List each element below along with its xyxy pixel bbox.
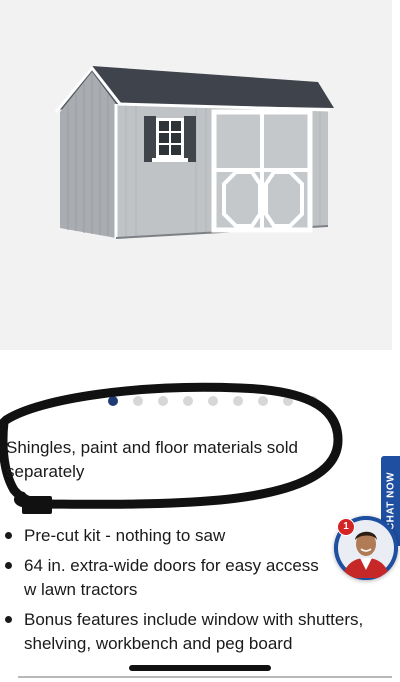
feature-text: 64 in. extra-wide doors for easy access …: [24, 556, 319, 599]
product-image-area[interactable]: [0, 0, 392, 350]
carousel-dot[interactable]: [183, 396, 193, 406]
carousel-dot[interactable]: [283, 396, 293, 406]
carousel-dot[interactable]: [233, 396, 243, 406]
carousel-dot[interactable]: [258, 396, 268, 406]
image-edge: [392, 0, 400, 350]
feature-text: Bonus features include window with shutt…: [24, 610, 364, 653]
bullet-icon: [5, 532, 12, 539]
product-image: [54, 65, 334, 239]
chat-now-label: CHAT NOW: [385, 471, 396, 531]
notification-badge: 1: [337, 518, 355, 536]
carousel-pagination[interactable]: [108, 396, 328, 408]
bullet-icon: [5, 616, 12, 623]
carousel-dot[interactable]: [208, 396, 218, 406]
carousel-dot[interactable]: [308, 396, 318, 406]
carousel-dot[interactable]: [108, 396, 118, 406]
feature-text: Pre-cut kit - nothing to saw: [24, 526, 226, 545]
carousel-dot[interactable]: [158, 396, 168, 406]
home-indicator[interactable]: [129, 665, 271, 671]
carousel-dot[interactable]: [133, 396, 143, 406]
bottom-divider: [18, 676, 392, 678]
materials-note: Shingles, paint and floor materials sold…: [6, 438, 298, 481]
bullet-icon: [5, 562, 12, 569]
